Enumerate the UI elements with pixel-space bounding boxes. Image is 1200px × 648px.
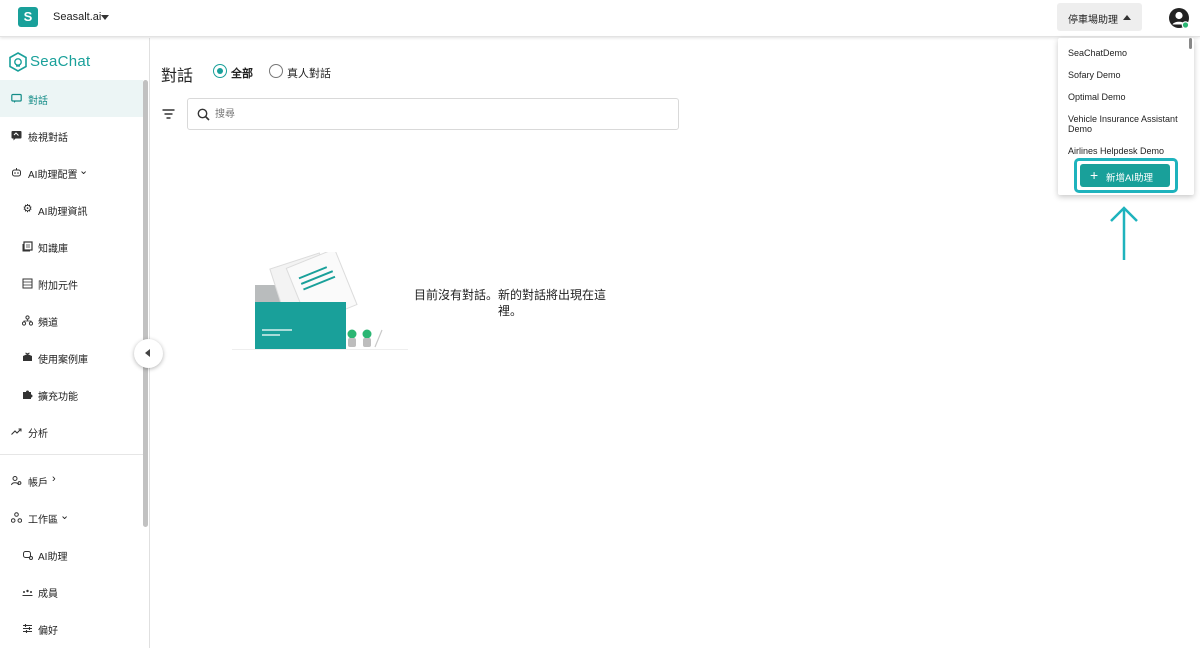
sidebar-divider [0,454,143,455]
sidebar-item-label: 擴充功能 [38,392,78,403]
members-icon [22,586,33,597]
org-badge[interactable]: S [18,7,38,27]
add-assistant-button[interactable]: + 新增AI助理 [1080,164,1170,187]
search-input[interactable] [215,105,655,123]
caret-up-icon [1123,15,1131,20]
robot-icon [11,167,22,178]
sidebar-item-label: 附加元件 [38,281,78,292]
sidebar: SeaChat 對話 檢視對話 AI助理配置 ⌄ ⚙ AI助理資訊 知識庫 附加… [0,38,150,648]
assistant-selector-label: 停車場助理 [1068,15,1118,26]
filter-all-radio[interactable] [213,64,227,78]
account-icon [11,475,22,486]
sliders-icon [22,623,33,634]
gear-icon: ⚙ [22,203,33,215]
arrow-up-annotation-icon [1110,206,1138,260]
sidebar-item-analytics[interactable]: 分析 [0,413,143,450]
sidebar-item-label: 對話 [28,96,48,107]
sidebar-item-label: 頻道 [38,318,58,329]
workspace-icon [10,512,23,523]
review-chat-icon [11,130,22,141]
sidebar-item-label: AI助理配置 [28,170,78,181]
sidebar-item-assistants[interactable]: AI助理 [0,536,143,573]
chat-icon [11,93,22,104]
sidebar-item-extensions[interactable]: 擴充功能 [0,376,143,413]
sidebar-item-label: AI助理 [38,552,68,563]
chevron-down-icon: ⌄ [79,165,89,177]
sidebar-item-label: 使用案例庫 [38,355,88,366]
filter-human-radio[interactable] [269,64,283,78]
sidebar-item-assistant-config[interactable]: AI助理配置 ⌄ [0,154,143,191]
collapse-sidebar-button[interactable] [134,339,163,368]
sidebar-item-label: 成員 [38,589,58,600]
search-icon [197,108,210,121]
logo-text: SeaChat [30,53,91,70]
top-bar: S Seasalt.ai 停車場助理 [0,0,1200,37]
sidebar-scrollbar[interactable] [143,80,148,527]
plus-icon: + [1090,167,1099,183]
sidebar-item-label: 知識庫 [38,244,68,255]
sidebar-item-knowledge-base[interactable]: 知識庫 [0,228,143,265]
puzzle-icon [22,389,33,400]
channel-icon [21,315,34,326]
org-name[interactable]: Seasalt.ai [53,11,101,23]
search-box[interactable] [187,98,679,130]
sidebar-item-use-case-library[interactable]: 使用案例庫 [0,339,143,376]
box-icon [22,352,33,363]
page-title: 對話 [161,68,194,85]
assistant-selector-button[interactable]: 停車場助理 [1057,3,1142,31]
user-avatar-icon[interactable] [1168,7,1190,29]
sidebar-item-channels[interactable]: 頻道 [0,302,143,339]
filter-human-label[interactable]: 真人對話 [287,65,331,81]
add-assistant-label: 新增AI助理 [1106,173,1153,184]
book-icon [22,241,33,252]
dropdown-item-assistant[interactable]: Optimal Demo [1068,92,1186,102]
sidebar-item-preferences[interactable]: 偏好 [0,610,143,647]
sidebar-item-members[interactable]: 成員 [0,573,143,610]
sidebar-item-workspace[interactable]: 工作區 ⌄ [0,499,143,536]
seachat-logo-icon [9,52,27,72]
sidebar-item-label: AI助理資訊 [38,207,88,218]
sidebar-item-account[interactable]: 帳戶 › [0,462,143,499]
sidebar-item-assistant-info[interactable]: ⚙ AI助理資訊 [0,191,143,228]
org-dropdown-caret-icon[interactable] [101,15,109,20]
addon-icon [22,278,33,289]
dropdown-item-assistant[interactable]: Airlines Helpdesk Demo [1068,146,1192,156]
chevron-down-icon: ⌄ [60,510,70,522]
filter-all-label[interactable]: 全部 [231,65,253,81]
dropdown-scrollbar[interactable] [1189,38,1192,49]
sidebar-item-addons[interactable]: 附加元件 [0,265,143,302]
sidebar-item-label: 分析 [28,429,48,440]
sidebar-item-conversations[interactable]: 對話 [0,80,143,117]
dropdown-item-assistant[interactable]: SeaChatDemo [1068,48,1186,58]
dropdown-item-assistant[interactable]: Vehicle Insurance Assistant Demo [1068,114,1178,134]
sidebar-item-label: 檢視對話 [28,133,68,144]
empty-state-message: 目前沒有對話。新的對話將出現在這裡。 [413,288,606,318]
seachat-logo[interactable]: SeaChat [8,51,108,73]
assistant-icon [22,549,33,560]
trend-icon [11,426,22,437]
chevron-right-icon: › [52,473,56,485]
empty-folder-illustration [232,252,408,350]
sidebar-item-review-conversations[interactable]: 檢視對話 [0,117,143,154]
dropdown-item-assistant[interactable]: Sofary Demo [1068,70,1186,80]
sidebar-item-label: 偏好 [38,626,58,637]
filter-icon[interactable] [162,109,175,119]
sidebar-item-label: 帳戶 [28,478,48,489]
sidebar-item-label: 工作區 [28,515,58,526]
